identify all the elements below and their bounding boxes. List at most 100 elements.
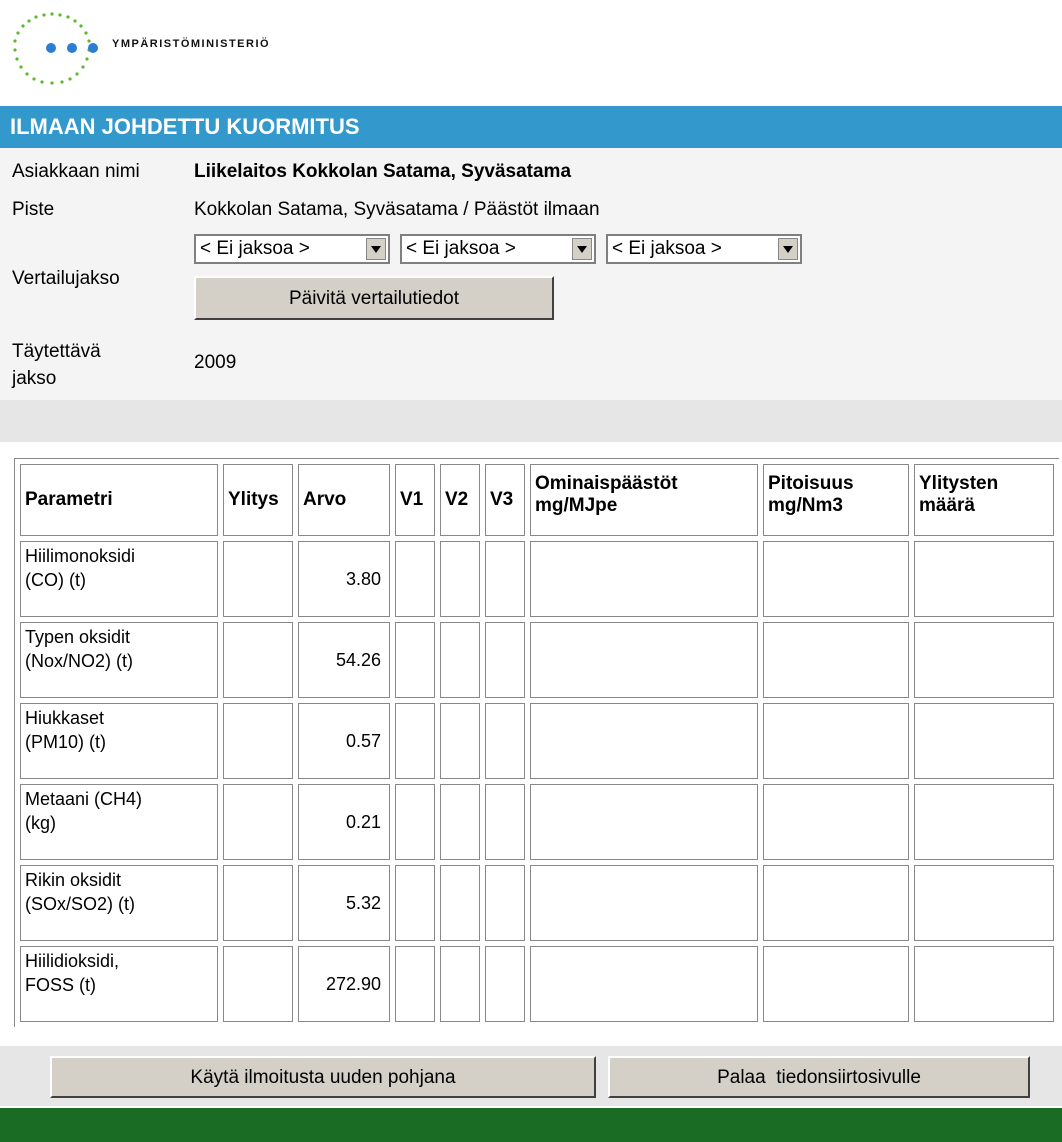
param-line: Typen oksidit [25,627,131,647]
col-header-parameter: Parametri [20,464,218,536]
select-value: < Ei jaksoa > [406,238,516,259]
param-cell: Rikin oksidit (SOx/SO2) (t) [20,865,218,941]
value-cell: 272.90 [298,946,390,1022]
v3-cell [485,784,525,860]
chevron-down-icon[interactable] [366,238,386,260]
compare-period-select-1[interactable]: < Ei jaksoa > [194,234,390,264]
value-cell: 3.80 [298,541,390,617]
chevron-down-icon[interactable] [778,238,798,260]
value-cell: 0.57 [298,703,390,779]
param-cell: Hiilimonoksidi (CO) (t) [20,541,218,617]
param-cell: Hiilidioksidi, FOSS (t) [20,946,218,1022]
concentration-cell [763,622,909,698]
point-label: Piste [12,199,55,220]
value-cell: 0.21 [298,784,390,860]
page-title: ILMAAN JOHDETTU KUORMITUS [0,106,1062,148]
param-line: Metaani (CH4) [25,789,143,809]
value-cell: 5.32 [298,865,390,941]
select-value: < Ei jaksoa > [612,238,722,259]
v3-cell [485,946,525,1022]
exceedance-cell [223,865,293,941]
specific-emissions-cell [530,784,758,860]
chevron-down-icon[interactable] [572,238,592,260]
specific-emissions-cell [530,946,758,1022]
v1-cell [395,784,435,860]
v2-cell [440,541,480,617]
table-row: Hiilidioksidi, FOSS (t) 272.90 [20,946,1054,1022]
concentration-cell [763,865,909,941]
table-row: Typen oksidit (Nox/NO2) (t) 54.26 [20,622,1054,698]
v3-cell [485,865,525,941]
param-line: Hiilidioksidi, [25,951,120,971]
update-comparison-button[interactable]: Päivitä vertailutiedot [194,276,554,320]
client-value: Liikelaitos Kokkolan Satama, Syväsatama [194,161,572,182]
use-as-base-button[interactable]: Käytä ilmoitusta uuden pohjana [50,1056,596,1098]
specific-emissions-cell [530,703,758,779]
back-to-transfer-button[interactable]: Palaa tiedonsiirtosivulle [608,1056,1030,1098]
specific-emissions-cell [530,541,758,617]
header-line: mg/Nm3 [768,495,843,516]
v2-cell [440,784,480,860]
value-cell: 54.26 [298,622,390,698]
period-label-line1: Täytettävä [12,341,101,362]
header: YMPÄRISTÖMINISTERIÖ [0,0,1062,100]
v3-cell [485,703,525,779]
table-header-row: Parametri Ylitys Arvo V1 V2 V3 Ominaispä… [20,464,1054,536]
exceedance-count-cell [914,622,1054,698]
point-value: Kokkolan Satama, Syväsatama / Päästöt il… [194,199,600,220]
exceedance-count-cell [914,541,1054,617]
exceedance-cell [223,784,293,860]
concentration-cell [763,541,909,617]
exceedance-cell [223,946,293,1022]
concentration-cell [763,784,909,860]
v2-cell [440,946,480,1022]
header-line: Pitoisuus [768,473,854,494]
exceedance-count-cell [914,703,1054,779]
period-value: 2009 [194,352,237,373]
col-header-exceedance-count: Ylitysten määrä [914,464,1054,536]
param-line: (PM10) (t) [25,732,106,752]
param-line: Hiilimonoksidi [25,546,136,566]
col-header-v2: V2 [440,464,480,536]
param-line: (Nox/NO2) (t) [25,651,133,671]
header-line: Ominaispäästöt [535,473,678,494]
v3-cell [485,541,525,617]
exceedance-cell [223,703,293,779]
client-label: Asiakkaan nimi [12,161,140,182]
param-cell: Hiukkaset (PM10) (t) [20,703,218,779]
header-line: mg/MJpe [535,495,618,516]
period-label-line2: jakso [12,368,57,389]
col-header-v3: V3 [485,464,525,536]
param-cell: Metaani (CH4) (kg) [20,784,218,860]
v2-cell [440,703,480,779]
table-row: Metaani (CH4) (kg) 0.21 [20,784,1054,860]
col-header-v1: V1 [395,464,435,536]
v1-cell [395,865,435,941]
col-header-exceedance: Ylitys [223,464,293,536]
select-value: < Ei jaksoa > [200,238,310,259]
param-line: Rikin oksidit [25,870,122,890]
v2-cell [440,622,480,698]
header-line: Ylitysten [919,473,999,494]
exceedance-cell [223,622,293,698]
v2-cell [440,865,480,941]
exceedance-count-cell [914,865,1054,941]
param-line: FOSS (t) [25,975,96,995]
info-panel: Asiakkaan nimi Liikelaitos Kokkolan Sata… [0,148,1062,400]
v1-cell [395,541,435,617]
v1-cell [395,622,435,698]
ministry-logo-text: YMPÄRISTÖMINISTERIÖ [112,38,271,50]
specific-emissions-cell [530,865,758,941]
period-label: Täytettävä jakso [12,338,101,392]
footer-bar [0,1108,1062,1142]
col-header-specific-emissions: Ominaispäästöt mg/MJpe [530,464,758,536]
param-cell: Typen oksidit (Nox/NO2) (t) [20,622,218,698]
exceedance-count-cell [914,946,1054,1022]
emissions-table: Parametri Ylitys Arvo V1 V2 V3 Ominaispä… [14,458,1059,1027]
compare-period-select-3[interactable]: < Ei jaksoa > [606,234,802,264]
compare-period-label: Vertailujakso [12,268,120,289]
compare-period-select-2[interactable]: < Ei jaksoa > [400,234,596,264]
concentration-cell [763,946,909,1022]
specific-emissions-cell [530,622,758,698]
header-line: määrä [919,495,975,516]
